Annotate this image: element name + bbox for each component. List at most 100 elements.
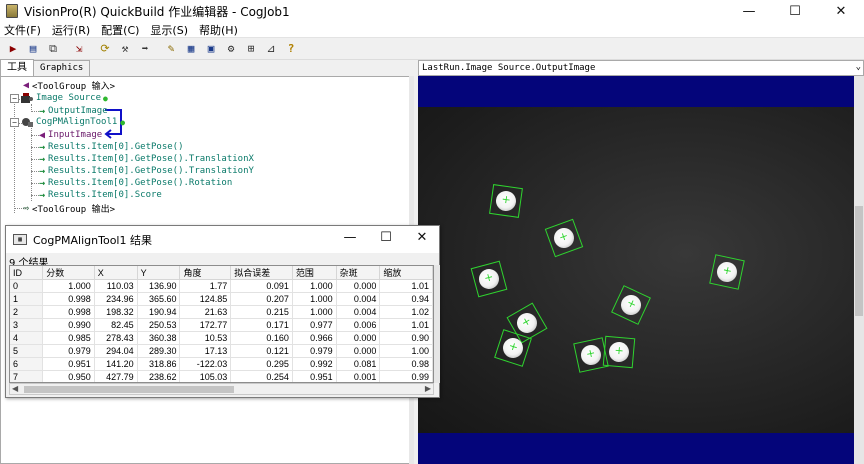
settings-icon[interactable]: ⚙ bbox=[223, 41, 239, 57]
table-row[interactable]: 0 1.000 110.03 136.90 1.77 0.091 1.000 0.000 1.0… bbox=[10, 279, 433, 293]
image-border-bottom bbox=[418, 433, 864, 464]
tree-output-rotation[interactable]: → Results.Item[0].GetPose().Rotation bbox=[39, 177, 232, 189]
col-y[interactable]: Y bbox=[137, 266, 181, 280]
run-icon[interactable]: ▶ bbox=[5, 41, 21, 57]
close-button[interactable]: ✕ bbox=[818, 0, 864, 22]
col-scale[interactable]: 缩放 bbox=[379, 266, 433, 280]
table-cell: 0.979 bbox=[292, 344, 337, 358]
maximize-button[interactable]: ☐ bbox=[772, 0, 818, 22]
table-row[interactable]: 4 0.985 278.43 360.38 10.53 0.160 0.966 0.000 0.… bbox=[10, 331, 433, 345]
edit-icon[interactable]: ✎ bbox=[163, 41, 179, 57]
results-grid[interactable]: ID 分数 X Y 角度 拟合误差 范围 杂斑 缩放 0 1.000 110.03 1… bbox=[9, 265, 434, 383]
table-cell: 0.295 bbox=[230, 357, 293, 371]
add-terminal-icon[interactable]: ⇲ bbox=[71, 41, 87, 57]
results-titlebar[interactable]: ▦ CogPMAlignTool1 结果 bbox=[6, 226, 439, 253]
tab-graphics[interactable]: Graphics bbox=[33, 60, 91, 76]
menu-view[interactable]: 显示(S) bbox=[150, 22, 188, 38]
results-window[interactable]: ▦ CogPMAlignTool1 结果 — ☐ ✕ 9 个结果 ID 分数 X… bbox=[5, 225, 440, 398]
tree-output-score[interactable]: → Results.Item[0].Score bbox=[39, 189, 162, 201]
table-row[interactable]: 1 0.998 234.96 365.60 124.85 0.207 1.000 0.004 0… bbox=[10, 292, 433, 306]
table-cell: 318.86 bbox=[137, 357, 181, 371]
image-scrollbar-thumb[interactable] bbox=[855, 206, 863, 316]
scroll-right-icon[interactable]: ▶ bbox=[425, 384, 431, 393]
table-cell: 238.62 bbox=[137, 370, 181, 382]
tree-input-image[interactable]: ◀ InputImage bbox=[39, 129, 102, 141]
col-clutter[interactable]: 杂斑 bbox=[336, 266, 381, 280]
table-cell: 0.091 bbox=[230, 279, 293, 293]
tree-align-tool[interactable]: CogPMAlignTool1 ● bbox=[21, 116, 125, 128]
refresh-icon[interactable]: ⟳ bbox=[97, 41, 113, 57]
grid-vertical-scrollbar[interactable] bbox=[434, 265, 440, 383]
menu-config[interactable]: 配置(C) bbox=[101, 22, 139, 38]
results-minimize-button[interactable]: — bbox=[340, 230, 360, 248]
output-terminal-icon: → bbox=[39, 105, 46, 117]
found-feature[interactable]: + bbox=[602, 335, 636, 369]
grid-icon[interactable]: ⊞ bbox=[243, 41, 259, 57]
measure-icon[interactable]: ⊿ bbox=[263, 41, 279, 57]
results-close-button[interactable]: ✕ bbox=[412, 230, 432, 248]
display-icon[interactable]: ▦ bbox=[183, 41, 199, 57]
wand-icon[interactable]: ⚒ bbox=[117, 41, 133, 57]
table-row[interactable]: 2 0.998 198.32 190.94 21.63 0.215 1.000 0.004 1.… bbox=[10, 305, 433, 319]
table-cell: 1.000 bbox=[292, 305, 337, 319]
table-cell: 0.98 bbox=[379, 357, 433, 371]
tree-group-input[interactable]: ◀ <ToolGroup 输入> bbox=[23, 79, 115, 92]
grid-horizontal-scrollbar[interactable]: ◀ ▶ bbox=[9, 383, 434, 395]
grid-hscroll-thumb[interactable] bbox=[24, 386, 234, 393]
col-fit-error[interactable]: 拟合误差 bbox=[230, 266, 293, 280]
table-cell: 1.00 bbox=[379, 344, 433, 358]
menu-bar: 文件(F) 运行(R) 配置(C) 显示(S) 帮助(H) bbox=[0, 22, 864, 38]
feature-origin-icon: + bbox=[500, 192, 512, 207]
help-icon[interactable]: ? bbox=[283, 41, 299, 57]
tree-output-pose[interactable]: → Results.Item[0].GetPose() bbox=[39, 141, 184, 153]
table-cell: 21.63 bbox=[179, 305, 232, 319]
table-cell: 10.53 bbox=[179, 331, 232, 345]
col-id[interactable]: ID bbox=[10, 266, 44, 280]
menu-file[interactable]: 文件(F) bbox=[4, 22, 41, 38]
table-row[interactable]: 6 0.951 141.20 318.86 -122.03 0.295 0.992 0.081… bbox=[10, 357, 433, 371]
tree-output-translation-y[interactable]: → Results.Item[0].GetPose().TranslationY bbox=[39, 165, 254, 177]
found-feature[interactable]: + bbox=[709, 254, 745, 290]
found-feature[interactable]: + bbox=[489, 184, 523, 218]
image-scrollbar[interactable] bbox=[854, 76, 864, 464]
table-cell: 0.951 bbox=[42, 357, 95, 371]
results-maximize-button[interactable]: ☐ bbox=[376, 230, 396, 248]
tree-output-translation-x[interactable]: → Results.Item[0].GetPose().TranslationX bbox=[39, 153, 254, 165]
table-row[interactable]: 5 0.979 294.04 289.30 17.13 0.121 0.979 0.000 1.… bbox=[10, 344, 433, 358]
table-cell: 0 bbox=[10, 279, 44, 293]
table-icon: ▦ bbox=[13, 234, 27, 245]
table-row[interactable]: 3 0.990 82.45 250.53 172.77 0.171 0.977 0.006 1.… bbox=[10, 318, 433, 332]
scroll-left-icon[interactable]: ◀ bbox=[12, 384, 18, 393]
tab-tools[interactable]: 工具 bbox=[0, 59, 34, 76]
table-cell: 0.254 bbox=[230, 370, 293, 382]
tree-group-output[interactable]: ⇨ <ToolGroup 输出> bbox=[23, 202, 115, 215]
col-angle[interactable]: 角度 bbox=[179, 266, 232, 280]
image-view-icon[interactable]: ▤ bbox=[25, 41, 41, 57]
image-selector[interactable]: LastRun.Image Source.OutputImage ⌄ bbox=[418, 60, 864, 76]
results-icon[interactable]: ▣ bbox=[203, 41, 219, 57]
tree-image-source[interactable]: Image Source ● bbox=[21, 92, 108, 104]
table-cell: 0.951 bbox=[292, 370, 337, 382]
table-cell: 234.96 bbox=[94, 292, 138, 306]
tools-icon[interactable]: ⧉ bbox=[45, 41, 61, 57]
table-cell: 2 bbox=[10, 305, 44, 319]
image-display[interactable]: + + + + + + + + + bbox=[418, 76, 864, 464]
image-border-top bbox=[418, 76, 864, 107]
minimize-button[interactable]: — bbox=[726, 0, 772, 22]
expand-align-tool[interactable]: − bbox=[10, 118, 19, 127]
col-x[interactable]: X bbox=[94, 266, 138, 280]
col-coverage[interactable]: 范围 bbox=[292, 266, 337, 280]
expand-image-source[interactable]: − bbox=[10, 94, 19, 103]
table-cell: 105.03 bbox=[179, 370, 232, 382]
menu-help[interactable]: 帮助(H) bbox=[199, 22, 238, 38]
pointer-icon[interactable]: ➡ bbox=[137, 41, 153, 57]
results-title: CogPMAlignTool1 结果 bbox=[33, 233, 152, 247]
menu-run[interactable]: 运行(R) bbox=[52, 22, 90, 38]
chevron-down-icon[interactable]: ⌄ bbox=[856, 62, 861, 72]
table-cell: 0.950 bbox=[42, 370, 95, 382]
table-cell: 136.90 bbox=[137, 279, 181, 293]
image-selector-value: LastRun.Image Source.OutputImage bbox=[422, 63, 596, 73]
table-row[interactable]: 7 0.950 427.79 238.62 105.03 0.254 0.951 0.001 0… bbox=[10, 370, 433, 382]
col-score[interactable]: 分数 bbox=[42, 266, 95, 280]
table-cell: 0.966 bbox=[292, 331, 337, 345]
